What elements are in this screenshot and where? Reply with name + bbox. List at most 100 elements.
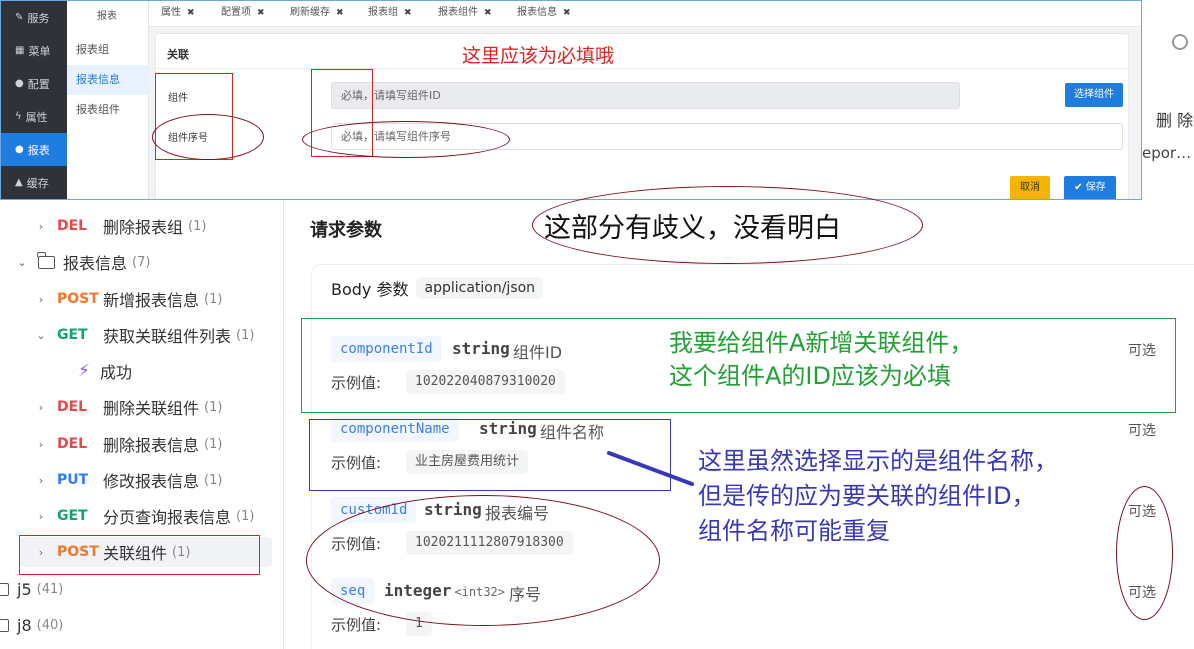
folder-label: 报表信息 xyxy=(63,254,128,273)
doc-header-strip: 删 除 epor… xyxy=(1142,0,1194,200)
close-icon[interactable]: ✖ xyxy=(336,8,344,18)
request-params-title: 请求参数 xyxy=(310,220,382,241)
admin-tab[interactable]: 配置项 ✖ xyxy=(221,1,265,25)
chevron-icon[interactable]: › xyxy=(34,438,48,451)
tree-row-endpoint[interactable]: › GET 分页查询报表信息 (1) xyxy=(34,501,255,531)
chevron-icon[interactable]: › xyxy=(34,510,48,523)
body-params-label: Body 参数 xyxy=(331,280,409,299)
admin-nav-item[interactable]: ▦ 菜单 xyxy=(1,34,67,67)
http-method-badge: POST xyxy=(57,291,99,307)
tree-row-folder[interactable]: ⌄ 报表信息 (7) xyxy=(15,247,150,277)
tree-row-endpoint[interactable]: ⌄ GET 获取关联组件列表 (1) xyxy=(34,320,254,350)
admin-sub-item[interactable]: 报表组件 xyxy=(67,95,149,125)
endpoint-label: 删除报表组 xyxy=(103,218,184,237)
save-button[interactable]: ✔ 保存 xyxy=(1064,176,1116,199)
dialog-divider xyxy=(156,68,1128,69)
admin-nav-label: 属性 xyxy=(25,110,48,124)
admin-nav-item[interactable]: ▲ 缓存 xyxy=(1,166,67,199)
endpoint-label: 新增报表信息 xyxy=(103,291,200,310)
folder-label: j5 xyxy=(17,579,32,599)
count-badge: (1) xyxy=(204,436,223,452)
chevron-icon[interactable]: › xyxy=(34,293,48,306)
annotation-component-name-line1: 这里虽然选择显示的是组件名称， xyxy=(698,447,1058,475)
close-icon[interactable]: ✖ xyxy=(187,8,195,18)
http-method-badge: GET xyxy=(57,508,88,524)
close-icon[interactable]: ✖ xyxy=(484,8,492,18)
admin-sub-item[interactable]: 报表组 xyxy=(67,35,149,65)
globe-icon: ● xyxy=(15,78,24,89)
chevron-icon[interactable]: ⌄ xyxy=(34,329,48,342)
admin-nav-item[interactable]: ϟ 属性 xyxy=(1,100,67,133)
tree-row-endpoint[interactable]: › DEL 删除关联组件 (1) xyxy=(34,392,223,422)
admin-tab[interactable]: 报表信息 ✖ xyxy=(517,1,571,25)
count-badge: (40) xyxy=(36,617,64,633)
admin-tab[interactable]: 刷新缓存 ✖ xyxy=(290,1,344,25)
tree-row-response[interactable]: ⚡ 成功 xyxy=(78,356,132,386)
admin-nav-label: 报表 xyxy=(27,143,50,157)
admin-tab-label: 报表组 xyxy=(368,7,398,18)
tree-row-endpoint[interactable]: › POST 新增报表信息 (1) xyxy=(34,284,223,314)
count-badge: (41) xyxy=(36,581,64,597)
admin-tab-label: 配置项 xyxy=(221,7,251,18)
http-method-badge: GET xyxy=(57,327,88,343)
admin-nav-label: 菜单 xyxy=(28,44,51,58)
report-fragment-text: epor… xyxy=(1142,144,1192,162)
endpoint-label: 分页查询报表信息 xyxy=(103,508,232,527)
admin-tab-label: 刷新缓存 xyxy=(290,7,330,18)
endpoint-label: 删除报表信息 xyxy=(103,436,200,455)
http-method-badge: DEL xyxy=(57,436,88,452)
admin-sub-item[interactable]: 报表信息 xyxy=(67,65,149,95)
admin-sub-menu: 报表 报表组 报表信息 报表组件 xyxy=(67,1,149,199)
globe-icon: ● xyxy=(15,144,24,155)
delete-button[interactable]: 删 除 xyxy=(1156,107,1193,131)
count-badge: (1) xyxy=(236,327,255,343)
admin-nav-label: 配置 xyxy=(27,77,50,91)
chevron-icon[interactable]: › xyxy=(34,220,48,233)
http-method-badge: DEL xyxy=(57,218,88,234)
annotation-required-note: 这里应该为必填哦 xyxy=(462,45,615,67)
close-icon[interactable]: ✖ xyxy=(257,8,265,18)
required-flag: 可选 xyxy=(1128,423,1156,439)
close-icon[interactable]: ✖ xyxy=(404,8,412,18)
cancel-button[interactable]: 取消 xyxy=(1010,176,1050,199)
count-badge: (1) xyxy=(204,291,223,307)
tree-row-endpoint[interactable]: › DEL 删除报表信息 (1) xyxy=(34,429,223,459)
admin-tab[interactable]: 属性 ✖ xyxy=(161,1,195,25)
tree-row-root-folder[interactable]: j8 (40) xyxy=(0,610,63,640)
annotation-selected-endpoint-box xyxy=(19,535,260,575)
admin-tab-label: 报表信息 xyxy=(517,7,557,18)
example-label: 示例值: xyxy=(331,616,382,634)
component-id-input[interactable]: 必填，请填写组件ID xyxy=(331,82,960,109)
admin-tab-label: 属性 xyxy=(161,7,181,18)
chevron-icon[interactable]: ⌄ xyxy=(15,256,29,269)
settings-icon[interactable] xyxy=(1172,34,1188,50)
annotation-component-name-line2: 但是传的应为要关联的组件ID， xyxy=(698,482,1036,510)
folder-icon xyxy=(37,251,55,269)
tree-row-endpoint[interactable]: › PUT 修改报表信息 (1) xyxy=(34,465,223,495)
admin-tab[interactable]: 报表组件 ✖ xyxy=(438,1,492,25)
folder-icon xyxy=(0,578,9,596)
endpoint-label: 修改报表信息 xyxy=(103,472,200,491)
folder-icon xyxy=(0,614,9,632)
bolt-icon: ϟ xyxy=(15,111,22,122)
tree-row-root-folder[interactable]: j5 (41) xyxy=(0,574,63,604)
tree-row-endpoint[interactable]: › DEL 删除报表组 (1) xyxy=(34,211,207,241)
admin-sub-header: 报表 xyxy=(97,11,117,22)
select-component-button[interactable]: 选择组件 xyxy=(1065,83,1123,107)
body-params-header: Body 参数 application/json xyxy=(331,276,544,300)
count-badge: (1) xyxy=(188,218,207,234)
admin-nav-item[interactable]: ● 配置 xyxy=(1,67,67,100)
chevron-icon[interactable]: › xyxy=(34,401,48,414)
close-icon[interactable]: ✖ xyxy=(563,8,571,18)
admin-nav-item[interactable]: ✎ 服务 xyxy=(1,1,67,34)
annotation-component-a-note: 我要给组件A新增关联组件， 这个组件A的ID应该为必填 xyxy=(669,327,973,393)
annotation-component-name-note: 这里虽然选择显示的是组件名称， 但是传的应为要关联的组件ID， 组件名称可能重复 xyxy=(698,444,1058,549)
annotation-seq-label-ellipse xyxy=(152,114,264,160)
endpoint-label: 删除关联组件 xyxy=(103,399,200,418)
admin-nav-sidebar: ✎ 服务 ▦ 菜单 ● 配置 ϟ 属性 ● 报表 ▲ 缓存 xyxy=(1,1,67,199)
chevron-icon[interactable]: › xyxy=(34,474,48,487)
admin-tab[interactable]: 报表组 ✖ xyxy=(368,1,412,25)
admin-nav-item[interactable]: ● 报表 xyxy=(1,133,67,166)
annotation-ambiguous-note: 这部分有歧义，没看明白 xyxy=(544,213,841,244)
annotation-customid-seq-ellipse xyxy=(306,495,660,626)
